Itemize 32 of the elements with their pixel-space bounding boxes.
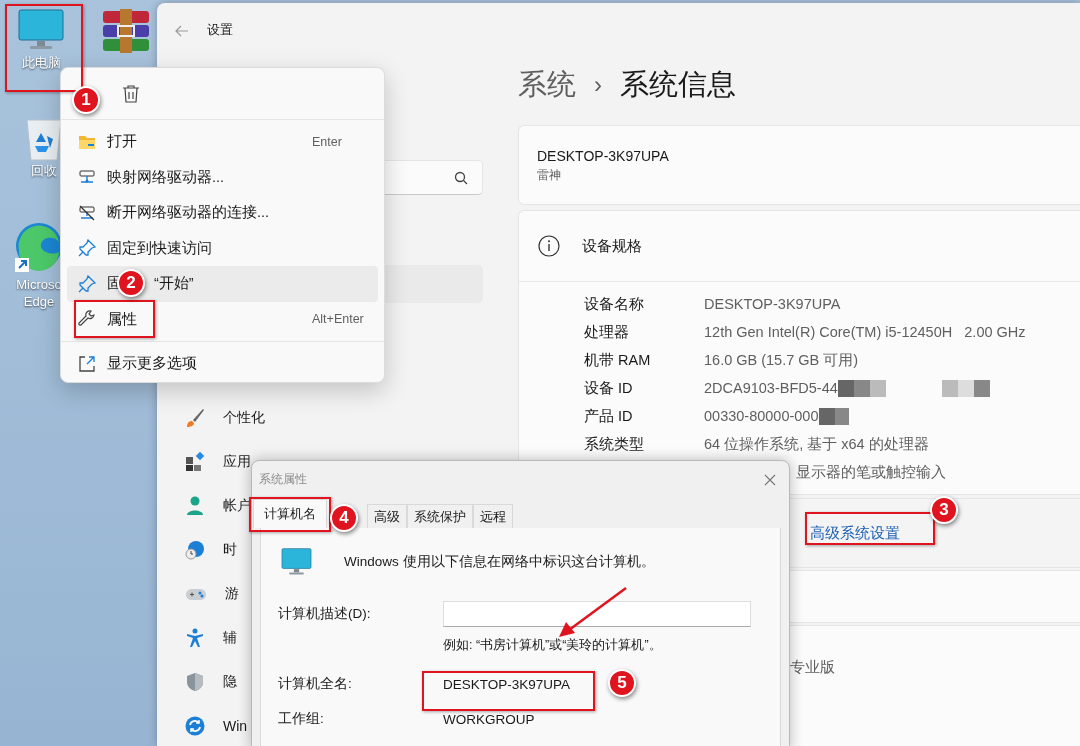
icon-label: 此电脑 — [21, 54, 61, 71]
dialog-title: 系统属性 — [259, 471, 307, 488]
breadcrumb-separator: › — [594, 71, 602, 99]
intro-text: Windows 使用以下信息在网络中标识这台计算机。 — [344, 553, 655, 571]
spec-value: 显示器的笔或触控输入 — [796, 462, 946, 482]
spec-value: 16.0 GB (15.7 GB 可用) — [704, 350, 859, 370]
spec-value: DESKTOP-3K97UPA — [704, 296, 841, 312]
field-value: DESKTOP-3K97UPA — [443, 676, 571, 692]
hint-text: 例如: “书房计算机”或“美玲的计算机”。 — [443, 637, 663, 654]
spec-label: 产品 ID — [584, 406, 634, 426]
spec-value: 12th Gen Intel(R) Core(TM) i5-12450H 2.00 GHz — [704, 324, 1026, 340]
spec-label: 机带 RAM — [584, 350, 652, 370]
spec-label: 系统类型 — [584, 434, 645, 454]
spec-label: 设备名称 — [584, 294, 645, 314]
icon-label: Edge — [23, 293, 55, 310]
field-label: 计算机全名: — [278, 675, 352, 693]
edition-text: 专业版 — [790, 658, 835, 675]
device-name: DESKTOP-3K97UPA — [537, 148, 670, 164]
window-title: 设置 — [207, 22, 233, 39]
page-title: 系统信息 — [620, 67, 736, 102]
field-label: 计算机描述(D): — [278, 605, 371, 623]
field-label: 工作组: — [278, 710, 324, 728]
spec-value: 64 位操作系统, 基于 x64 的处理器 — [704, 434, 929, 454]
spec-label: 处理器 — [584, 322, 630, 342]
field-value: WORKGROUP — [443, 711, 535, 727]
icon-label: 回收 — [31, 162, 57, 179]
spec-value: 2DCA9103-BFD5-44 — [704, 380, 838, 396]
spec-label: 设备 ID — [584, 378, 634, 398]
icon-label: Microso — [16, 276, 62, 293]
spec-value: 00330-80000-000 — [704, 408, 819, 424]
section-title: 设备规格 — [582, 236, 642, 256]
device-model: 雷神 — [537, 167, 562, 184]
